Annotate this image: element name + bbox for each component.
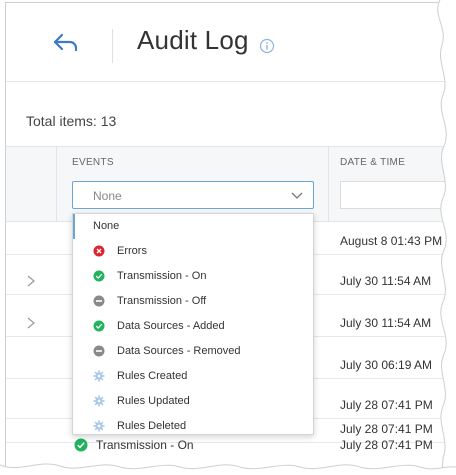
audit-log-panel: Audit Log Total items: 13 EVENTS DATE & … [5, 2, 446, 472]
error-icon [93, 245, 105, 257]
total-items-label: Total items: 13 [26, 113, 117, 129]
dropdown-option-data-sources-removed[interactable]: Data Sources - Removed [73, 339, 313, 364]
dropdown-option-data-sources-added[interactable]: Data Sources - Added [73, 314, 313, 339]
column-divider [56, 147, 57, 221]
option-label: None [93, 220, 120, 232]
row-datetime: July 30 11:54 AM [340, 274, 432, 288]
gear-icon [93, 420, 105, 432]
option-label: Errors [117, 245, 147, 257]
back-arrow-icon[interactable] [52, 31, 80, 55]
info-icon[interactable] [259, 38, 275, 54]
events-filter-value: None [93, 189, 122, 203]
dropdown-option-rules-created[interactable]: Rules Created [73, 364, 313, 389]
chevron-right-icon[interactable] [26, 275, 36, 287]
row-datetime: July 30 11:54 AM [340, 316, 432, 330]
torn-edge-right [437, 0, 456, 475]
row-datetime: July 28 07:41 PM [340, 438, 433, 452]
row-datetime: August 8 01:43 PM [340, 234, 443, 248]
dropdown-option-rules-updated[interactable]: Rules Updated [73, 389, 313, 414]
option-label: Data Sources - Removed [117, 345, 241, 357]
dropdown-option-transmission-on[interactable]: Transmission - On [73, 264, 313, 289]
dropdown-option-none[interactable]: None [73, 214, 313, 239]
minus-icon [93, 295, 105, 307]
page-header: Audit Log [6, 3, 446, 82]
row-datetime: July 28 07:41 PM [340, 398, 433, 412]
dropdown-option-rules-deleted[interactable]: Rules Deleted [73, 414, 313, 439]
option-label: Data Sources - Added [117, 320, 225, 332]
check-icon [74, 438, 88, 452]
chevron-down-icon [291, 192, 303, 199]
header-divider [112, 29, 113, 63]
page-title: Audit Log [137, 25, 249, 55]
check-icon [93, 270, 105, 282]
datetime-column-header[interactable]: DATE & TIME [340, 157, 405, 168]
chevron-right-icon[interactable] [26, 317, 36, 329]
row-event: Transmission - On [74, 438, 194, 452]
option-label: Rules Updated [117, 395, 190, 407]
events-filter-select[interactable]: None [72, 181, 314, 209]
torn-edge-bottom [0, 463, 456, 475]
option-label: Transmission - On [117, 270, 207, 282]
option-label: Rules Deleted [117, 420, 187, 432]
column-divider [328, 147, 329, 221]
events-column-header[interactable]: EVENTS [72, 157, 114, 168]
row-event-label: Transmission - On [96, 438, 194, 452]
gear-icon [93, 370, 105, 382]
minus-icon [93, 345, 105, 357]
check-icon [93, 320, 105, 332]
dropdown-option-errors[interactable]: Errors [73, 239, 313, 264]
option-label: Transmission - Off [117, 295, 207, 307]
row-datetime: July 30 06:19 AM [340, 358, 433, 372]
dropdown-option-transmission-off[interactable]: Transmission - Off [73, 289, 313, 314]
gear-icon [93, 395, 105, 407]
events-dropdown-menu: None Errors Transmission - On Transmissi… [72, 213, 314, 435]
option-label: Rules Created [117, 370, 188, 382]
